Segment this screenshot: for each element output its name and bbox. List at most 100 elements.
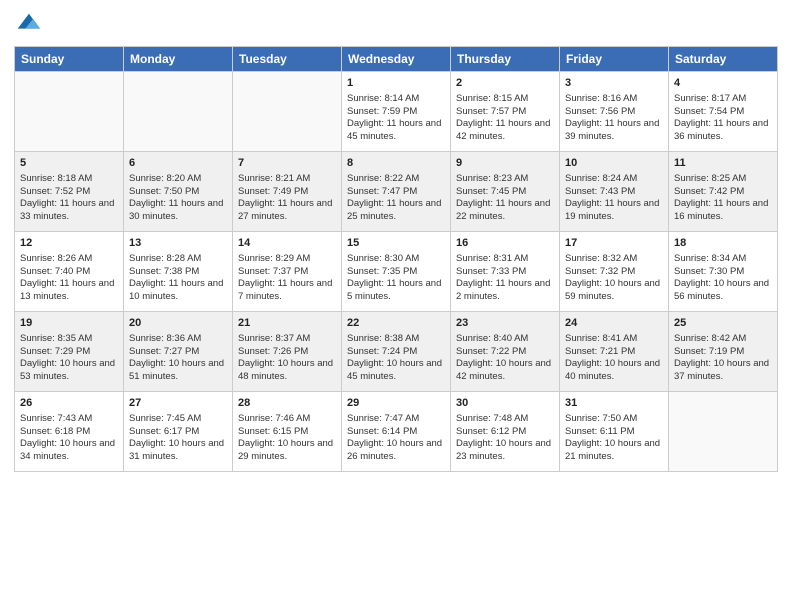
- day-number: 14: [238, 236, 336, 251]
- day-info-line: Daylight: 10 hours and 34 minutes.: [20, 438, 118, 464]
- calendar-cell: 15Sunrise: 8:30 AMSunset: 7:35 PMDayligh…: [342, 232, 451, 312]
- day-info-line: Sunrise: 8:23 AM: [456, 173, 554, 186]
- day-info-line: Daylight: 11 hours and 27 minutes.: [238, 198, 336, 224]
- page-container: SundayMondayTuesdayWednesdayThursdayFrid…: [0, 0, 792, 482]
- day-number: 25: [674, 316, 772, 331]
- calendar-cell: 16Sunrise: 8:31 AMSunset: 7:33 PMDayligh…: [451, 232, 560, 312]
- day-info-line: Daylight: 11 hours and 19 minutes.: [565, 198, 663, 224]
- day-info-line: Sunrise: 7:48 AM: [456, 413, 554, 426]
- day-info-line: Sunset: 7:38 PM: [129, 266, 227, 279]
- day-number: 23: [456, 316, 554, 331]
- day-number: 13: [129, 236, 227, 251]
- day-number: 4: [674, 76, 772, 91]
- calendar-weekday-wednesday: Wednesday: [342, 47, 451, 72]
- day-info-line: Sunset: 7:30 PM: [674, 266, 772, 279]
- day-info-line: Sunrise: 8:17 AM: [674, 93, 772, 106]
- day-number: 19: [20, 316, 118, 331]
- day-number: 27: [129, 396, 227, 411]
- day-info-line: Sunrise: 8:30 AM: [347, 253, 445, 266]
- logo-icon: [14, 10, 42, 38]
- day-info-line: Sunrise: 8:20 AM: [129, 173, 227, 186]
- day-number: 20: [129, 316, 227, 331]
- calendar-cell: 30Sunrise: 7:48 AMSunset: 6:12 PMDayligh…: [451, 392, 560, 472]
- day-info-line: Sunset: 7:59 PM: [347, 106, 445, 119]
- day-number: 3: [565, 76, 663, 91]
- day-info-line: Sunrise: 8:31 AM: [456, 253, 554, 266]
- calendar-cell: 29Sunrise: 7:47 AMSunset: 6:14 PMDayligh…: [342, 392, 451, 472]
- day-number: 28: [238, 396, 336, 411]
- day-info-line: Sunrise: 8:25 AM: [674, 173, 772, 186]
- calendar-cell: 27Sunrise: 7:45 AMSunset: 6:17 PMDayligh…: [124, 392, 233, 472]
- day-info-line: Daylight: 10 hours and 21 minutes.: [565, 438, 663, 464]
- day-info-line: Sunset: 6:18 PM: [20, 426, 118, 439]
- day-info-line: Sunset: 6:12 PM: [456, 426, 554, 439]
- day-info-line: Sunrise: 7:47 AM: [347, 413, 445, 426]
- day-info-line: Sunset: 7:29 PM: [20, 346, 118, 359]
- day-info-line: Daylight: 11 hours and 36 minutes.: [674, 118, 772, 144]
- calendar-cell: 12Sunrise: 8:26 AMSunset: 7:40 PMDayligh…: [15, 232, 124, 312]
- day-info-line: Sunset: 7:49 PM: [238, 186, 336, 199]
- calendar-weekday-friday: Friday: [560, 47, 669, 72]
- day-number: 6: [129, 156, 227, 171]
- day-info-line: Daylight: 11 hours and 13 minutes.: [20, 278, 118, 304]
- calendar-cell: 21Sunrise: 8:37 AMSunset: 7:26 PMDayligh…: [233, 312, 342, 392]
- day-info-line: Sunset: 6:15 PM: [238, 426, 336, 439]
- day-info-line: Sunset: 7:26 PM: [238, 346, 336, 359]
- day-number: 8: [347, 156, 445, 171]
- day-info-line: Sunset: 6:11 PM: [565, 426, 663, 439]
- day-info-line: Daylight: 10 hours and 42 minutes.: [456, 358, 554, 384]
- day-number: 11: [674, 156, 772, 171]
- calendar-cell: 19Sunrise: 8:35 AMSunset: 7:29 PMDayligh…: [15, 312, 124, 392]
- day-info-line: Sunrise: 7:46 AM: [238, 413, 336, 426]
- day-number: 1: [347, 76, 445, 91]
- day-info-line: Daylight: 10 hours and 40 minutes.: [565, 358, 663, 384]
- logo: [14, 10, 46, 38]
- day-number: 2: [456, 76, 554, 91]
- calendar-cell: 3Sunrise: 8:16 AMSunset: 7:56 PMDaylight…: [560, 72, 669, 152]
- calendar-cell: 14Sunrise: 8:29 AMSunset: 7:37 PMDayligh…: [233, 232, 342, 312]
- calendar-cell: 20Sunrise: 8:36 AMSunset: 7:27 PMDayligh…: [124, 312, 233, 392]
- day-info-line: Daylight: 11 hours and 16 minutes.: [674, 198, 772, 224]
- calendar-weekday-tuesday: Tuesday: [233, 47, 342, 72]
- day-info-line: Sunrise: 8:29 AM: [238, 253, 336, 266]
- day-number: 21: [238, 316, 336, 331]
- day-info-line: Sunset: 6:17 PM: [129, 426, 227, 439]
- day-info-line: Daylight: 10 hours and 51 minutes.: [129, 358, 227, 384]
- day-number: 22: [347, 316, 445, 331]
- day-info-line: Sunset: 7:24 PM: [347, 346, 445, 359]
- day-info-line: Sunrise: 8:28 AM: [129, 253, 227, 266]
- calendar-cell: 5Sunrise: 8:18 AMSunset: 7:52 PMDaylight…: [15, 152, 124, 232]
- day-info-line: Sunset: 7:50 PM: [129, 186, 227, 199]
- day-info-line: Sunset: 7:43 PM: [565, 186, 663, 199]
- day-info-line: Sunrise: 7:45 AM: [129, 413, 227, 426]
- calendar-cell: 10Sunrise: 8:24 AMSunset: 7:43 PMDayligh…: [560, 152, 669, 232]
- calendar-week-row: 1Sunrise: 8:14 AMSunset: 7:59 PMDaylight…: [15, 72, 778, 152]
- day-info-line: Sunset: 7:45 PM: [456, 186, 554, 199]
- day-number: 29: [347, 396, 445, 411]
- day-number: 17: [565, 236, 663, 251]
- day-info-line: Daylight: 10 hours and 59 minutes.: [565, 278, 663, 304]
- day-info-line: Sunset: 7:35 PM: [347, 266, 445, 279]
- day-info-line: Sunrise: 8:21 AM: [238, 173, 336, 186]
- day-info-line: Sunset: 7:57 PM: [456, 106, 554, 119]
- day-info-line: Daylight: 11 hours and 30 minutes.: [129, 198, 227, 224]
- day-info-line: Sunrise: 8:24 AM: [565, 173, 663, 186]
- day-info-line: Sunrise: 8:16 AM: [565, 93, 663, 106]
- day-info-line: Daylight: 10 hours and 53 minutes.: [20, 358, 118, 384]
- calendar-cell: 18Sunrise: 8:34 AMSunset: 7:30 PMDayligh…: [669, 232, 778, 312]
- calendar-cell: [15, 72, 124, 152]
- day-info-line: Sunset: 7:47 PM: [347, 186, 445, 199]
- calendar-weekday-sunday: Sunday: [15, 47, 124, 72]
- page-header: [14, 10, 778, 38]
- day-info-line: Sunset: 7:33 PM: [456, 266, 554, 279]
- day-info-line: Daylight: 11 hours and 25 minutes.: [347, 198, 445, 224]
- day-info-line: Sunset: 7:19 PM: [674, 346, 772, 359]
- calendar-cell: 1Sunrise: 8:14 AMSunset: 7:59 PMDaylight…: [342, 72, 451, 152]
- day-info-line: Sunrise: 8:42 AM: [674, 333, 772, 346]
- day-number: 24: [565, 316, 663, 331]
- day-info-line: Daylight: 10 hours and 37 minutes.: [674, 358, 772, 384]
- day-info-line: Sunrise: 8:22 AM: [347, 173, 445, 186]
- day-info-line: Daylight: 11 hours and 22 minutes.: [456, 198, 554, 224]
- day-info-line: Sunset: 7:32 PM: [565, 266, 663, 279]
- day-info-line: Daylight: 10 hours and 48 minutes.: [238, 358, 336, 384]
